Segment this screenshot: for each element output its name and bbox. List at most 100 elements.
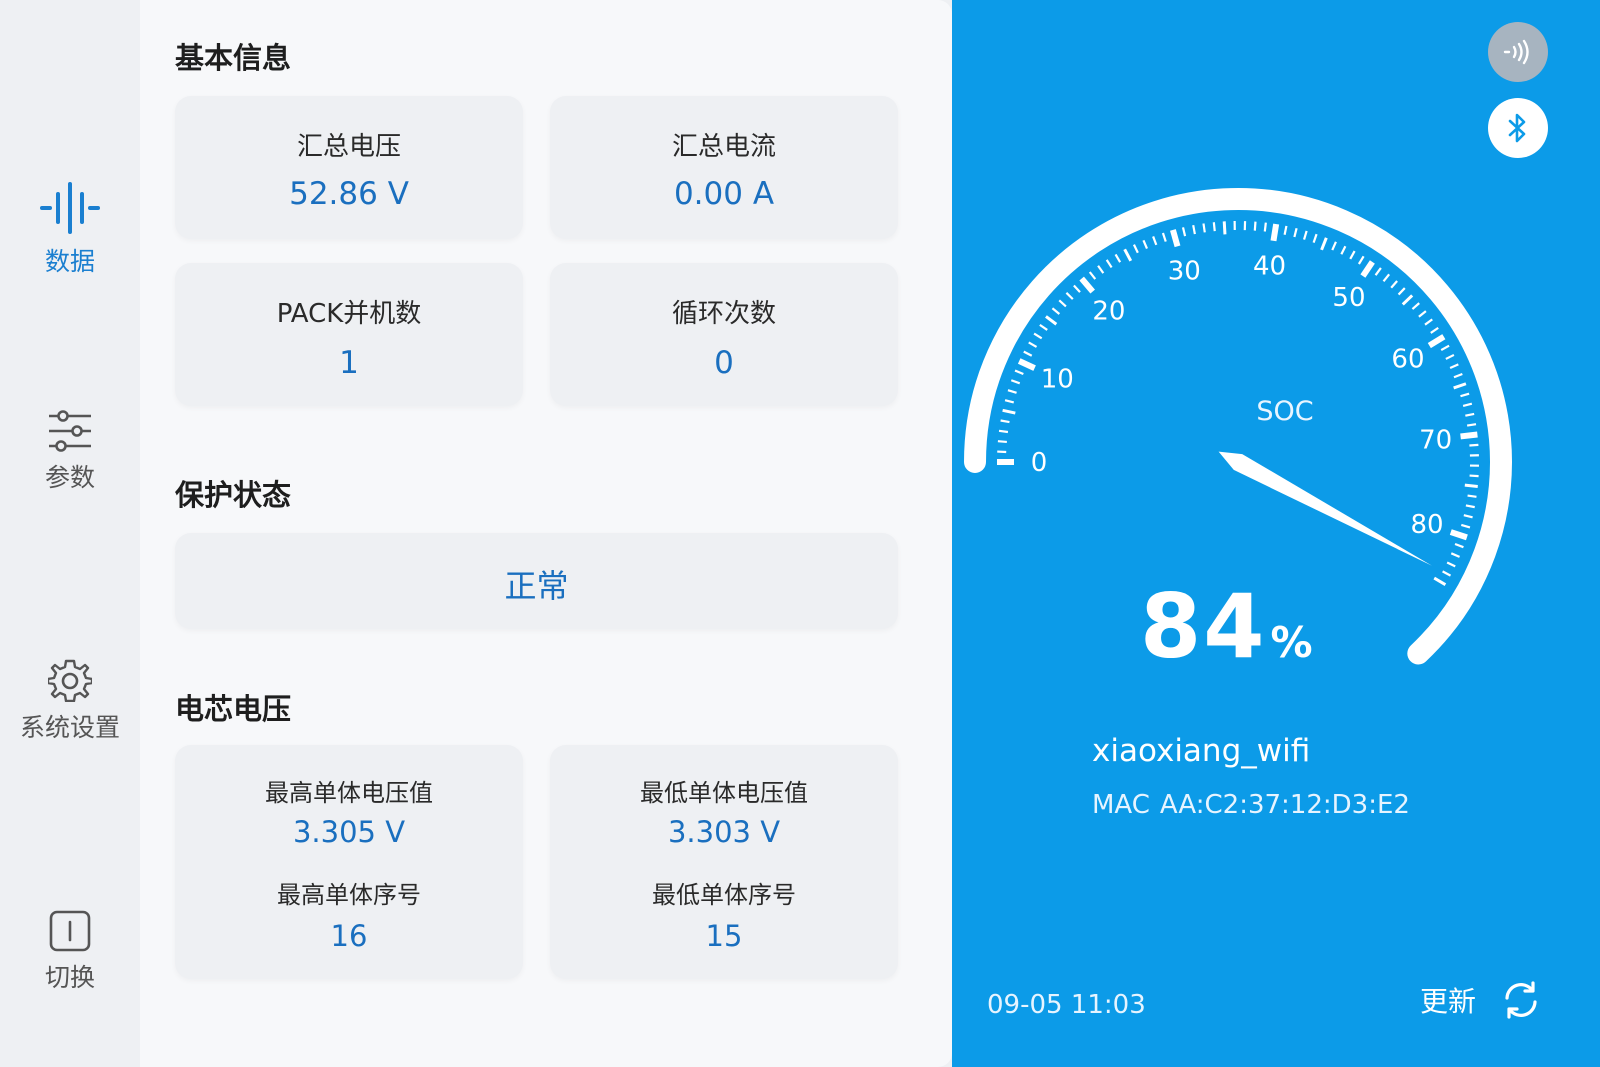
gauge-tick: [1453, 372, 1463, 379]
protection-status-value: 正常: [504, 567, 569, 605]
gauge-tick: [1004, 399, 1015, 404]
gauge-tick: [1253, 221, 1257, 231]
gauge-tick: [1014, 369, 1024, 375]
gauge-tick: [1270, 223, 1280, 242]
gauge-tick: [1360, 260, 1375, 278]
gauge-tick: [1460, 523, 1471, 529]
timestamp: 09-05 11:03: [987, 990, 1146, 1020]
gauge-tick: [1449, 363, 1459, 370]
gauge-tick: [1002, 408, 1016, 415]
card-value: 3.305 V: [292, 815, 406, 849]
gauge-tick: [1433, 576, 1447, 587]
gauge-tick: [1411, 302, 1420, 310]
gauge-tick: [1312, 233, 1318, 244]
card-value: 3.303 V: [667, 815, 781, 849]
gauge-tick: [1320, 237, 1328, 251]
section-title-cell-voltage: 电芯电压: [175, 692, 292, 726]
gauge-tick: [1401, 294, 1414, 306]
wifi-name: xiaoxiang_wifi: [1092, 733, 1311, 769]
card-pack-count: PACK并机数 1: [175, 263, 523, 406]
gauge-tick: [1460, 431, 1478, 440]
sidebar-item-label: 切换: [44, 963, 95, 992]
gauge-tick: [1142, 239, 1148, 250]
sidebar-item-settings[interactable]: 系统设置: [0, 658, 140, 744]
gauge-tick: [1449, 529, 1468, 541]
gauge-tick: [1331, 241, 1337, 251]
card-max-cell: 最高单体电压值 3.305 V 最高单体序号 16: [175, 745, 523, 979]
sidebar-item-data[interactable]: 数据: [0, 180, 140, 278]
gauge-tick: [1023, 350, 1033, 357]
gauge-tick: [1152, 236, 1158, 246]
gauge-tick: [1462, 402, 1473, 407]
card-cycle-count: 循环次数 0: [550, 263, 898, 406]
gauge-tick: [1340, 245, 1347, 255]
gauge-tick: [1263, 222, 1267, 232]
gauge-tick: [1017, 358, 1036, 371]
section-title-basic-info: 基本信息: [175, 41, 292, 75]
gauge-tick: [1293, 227, 1298, 238]
gauge-tick: [1097, 265, 1105, 274]
gauge-tick: [1170, 229, 1181, 248]
sidebar-item-label: 数据: [44, 247, 95, 276]
gauge-tick: [1045, 315, 1058, 326]
gauge-tick-label: 40: [1253, 252, 1286, 282]
card-value: 0.00 A: [673, 176, 775, 212]
gauge-tick: [1132, 244, 1139, 254]
card-label: 汇总电流: [671, 132, 776, 162]
gauge-tick: [1465, 412, 1475, 417]
update-button[interactable]: 更新: [1420, 980, 1540, 1020]
gauge-tick: [1397, 287, 1406, 296]
gauge-tick-label: 70: [1419, 425, 1452, 455]
gauge-tick: [1463, 514, 1473, 519]
gauge-tick: [1192, 224, 1196, 235]
gauge-tick-label: 20: [1092, 297, 1125, 327]
gauge-tick: [1303, 230, 1308, 240]
card-label: PACK并机数: [276, 299, 422, 329]
soc-value-unit: %: [1270, 618, 1313, 667]
card-value: 1: [339, 345, 359, 381]
mac-value: AA:C2:37:12:D3:E2: [1159, 790, 1410, 820]
card-label: 最高单体电压值: [265, 779, 433, 807]
gauge-tick: [1349, 250, 1356, 260]
card-min-cell: 最低单体电压值 3.303 V 最低单体序号 15: [550, 745, 898, 979]
gauge-tick: [1283, 225, 1288, 235]
gauge-tick: [1065, 291, 1074, 300]
update-label: 更新: [1420, 985, 1477, 1018]
gauge-tick: [1010, 379, 1021, 385]
gauge-tick: [1430, 326, 1439, 334]
gauge-tick: [1469, 443, 1479, 447]
gauge-tick: [1390, 280, 1398, 289]
card-value: 52.86 V: [289, 176, 409, 212]
gauge-tick: [1212, 222, 1216, 232]
gauge-tick-label: 50: [1332, 283, 1365, 313]
sidebar-item-switch[interactable]: 切换: [0, 910, 140, 994]
gauge-tick: [1440, 344, 1450, 351]
gauge-tick: [1222, 221, 1227, 235]
switch-icon: [49, 910, 91, 952]
gauge-tick: [1446, 561, 1456, 568]
gauge-tick: [1161, 232, 1167, 242]
gauge-tick: [1465, 504, 1475, 509]
gauge-tick: [1039, 323, 1048, 331]
card-label: 最高单体序号: [277, 881, 421, 909]
gauge-tick: [1464, 483, 1478, 488]
gauge-tick: [1382, 273, 1391, 282]
gauge-tick: [1427, 334, 1446, 349]
gear-icon: [48, 659, 92, 702]
gauge-tick: [1374, 267, 1382, 276]
mac-address: MAC AA:C2:37:12:D3:E2: [1092, 790, 1410, 820]
gauge-tick: [997, 440, 1007, 444]
gauge-tick: [1466, 423, 1477, 427]
soc-value-number: 84: [1140, 575, 1267, 678]
data-bars-icon: [40, 182, 100, 234]
card-total-current: 汇总电流 0.00 A: [550, 96, 898, 239]
gauge-tick: [1079, 276, 1095, 294]
sidebar-item-params[interactable]: 参数: [0, 410, 140, 494]
gauge-tick: [1424, 318, 1433, 326]
gauge-tick: [1467, 494, 1477, 498]
gauge-tick: [1033, 332, 1043, 340]
sidebar-item-label: 参数: [44, 463, 95, 492]
gauge-needle: [1218, 451, 1433, 566]
gauge-tick: [1000, 419, 1010, 424]
gauge-tick: [998, 429, 1009, 434]
